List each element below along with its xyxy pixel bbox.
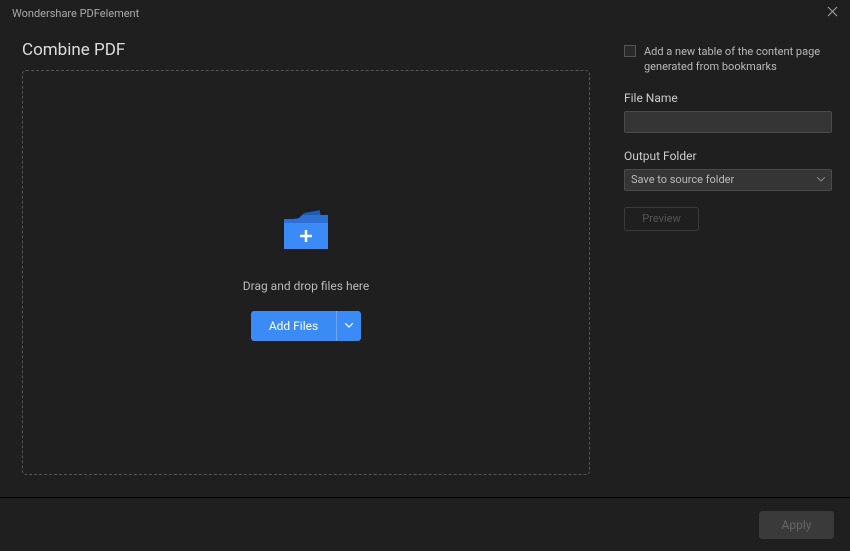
content-area: Combine PDF Drag and drop files here Add… <box>0 26 850 497</box>
dropzone[interactable]: Drag and drop files here Add Files <box>22 70 590 475</box>
toc-checkbox-label: Add a new table of the content page gene… <box>644 44 832 75</box>
file-name-label: File Name <box>624 91 832 105</box>
output-folder-value: Save to source folder <box>631 173 734 186</box>
output-folder-field-group: Output Folder Save to source folder <box>624 149 832 191</box>
file-name-input[interactable] <box>624 111 832 133</box>
add-files-dropdown-button[interactable] <box>336 311 361 341</box>
toc-checkbox[interactable] <box>624 45 636 57</box>
file-name-field-group: File Name <box>624 91 832 133</box>
app-name: Wondershare PDFelement <box>12 7 139 20</box>
page-title: Combine PDF <box>22 40 590 60</box>
add-files-button[interactable]: Add Files <box>251 311 336 341</box>
chevron-down-icon <box>345 323 353 328</box>
titlebar: Wondershare PDFelement <box>0 0 850 26</box>
output-folder-select[interactable]: Save to source folder <box>624 169 832 191</box>
side-panel: Add a new table of the content page gene… <box>612 26 850 497</box>
apply-button[interactable]: Apply <box>759 511 834 539</box>
preview-button[interactable]: Preview <box>624 207 699 231</box>
dropzone-hint: Drag and drop files here <box>243 279 370 293</box>
chevron-down-icon <box>817 177 825 182</box>
add-files-button-group: Add Files <box>251 311 361 341</box>
close-icon[interactable] <box>827 5 838 21</box>
footer: Apply <box>0 497 850 551</box>
output-folder-label: Output Folder <box>624 149 832 163</box>
main-panel: Combine PDF Drag and drop files here Add… <box>0 26 612 497</box>
folder-plus-icon <box>280 205 332 253</box>
toc-checkbox-row[interactable]: Add a new table of the content page gene… <box>624 44 832 75</box>
